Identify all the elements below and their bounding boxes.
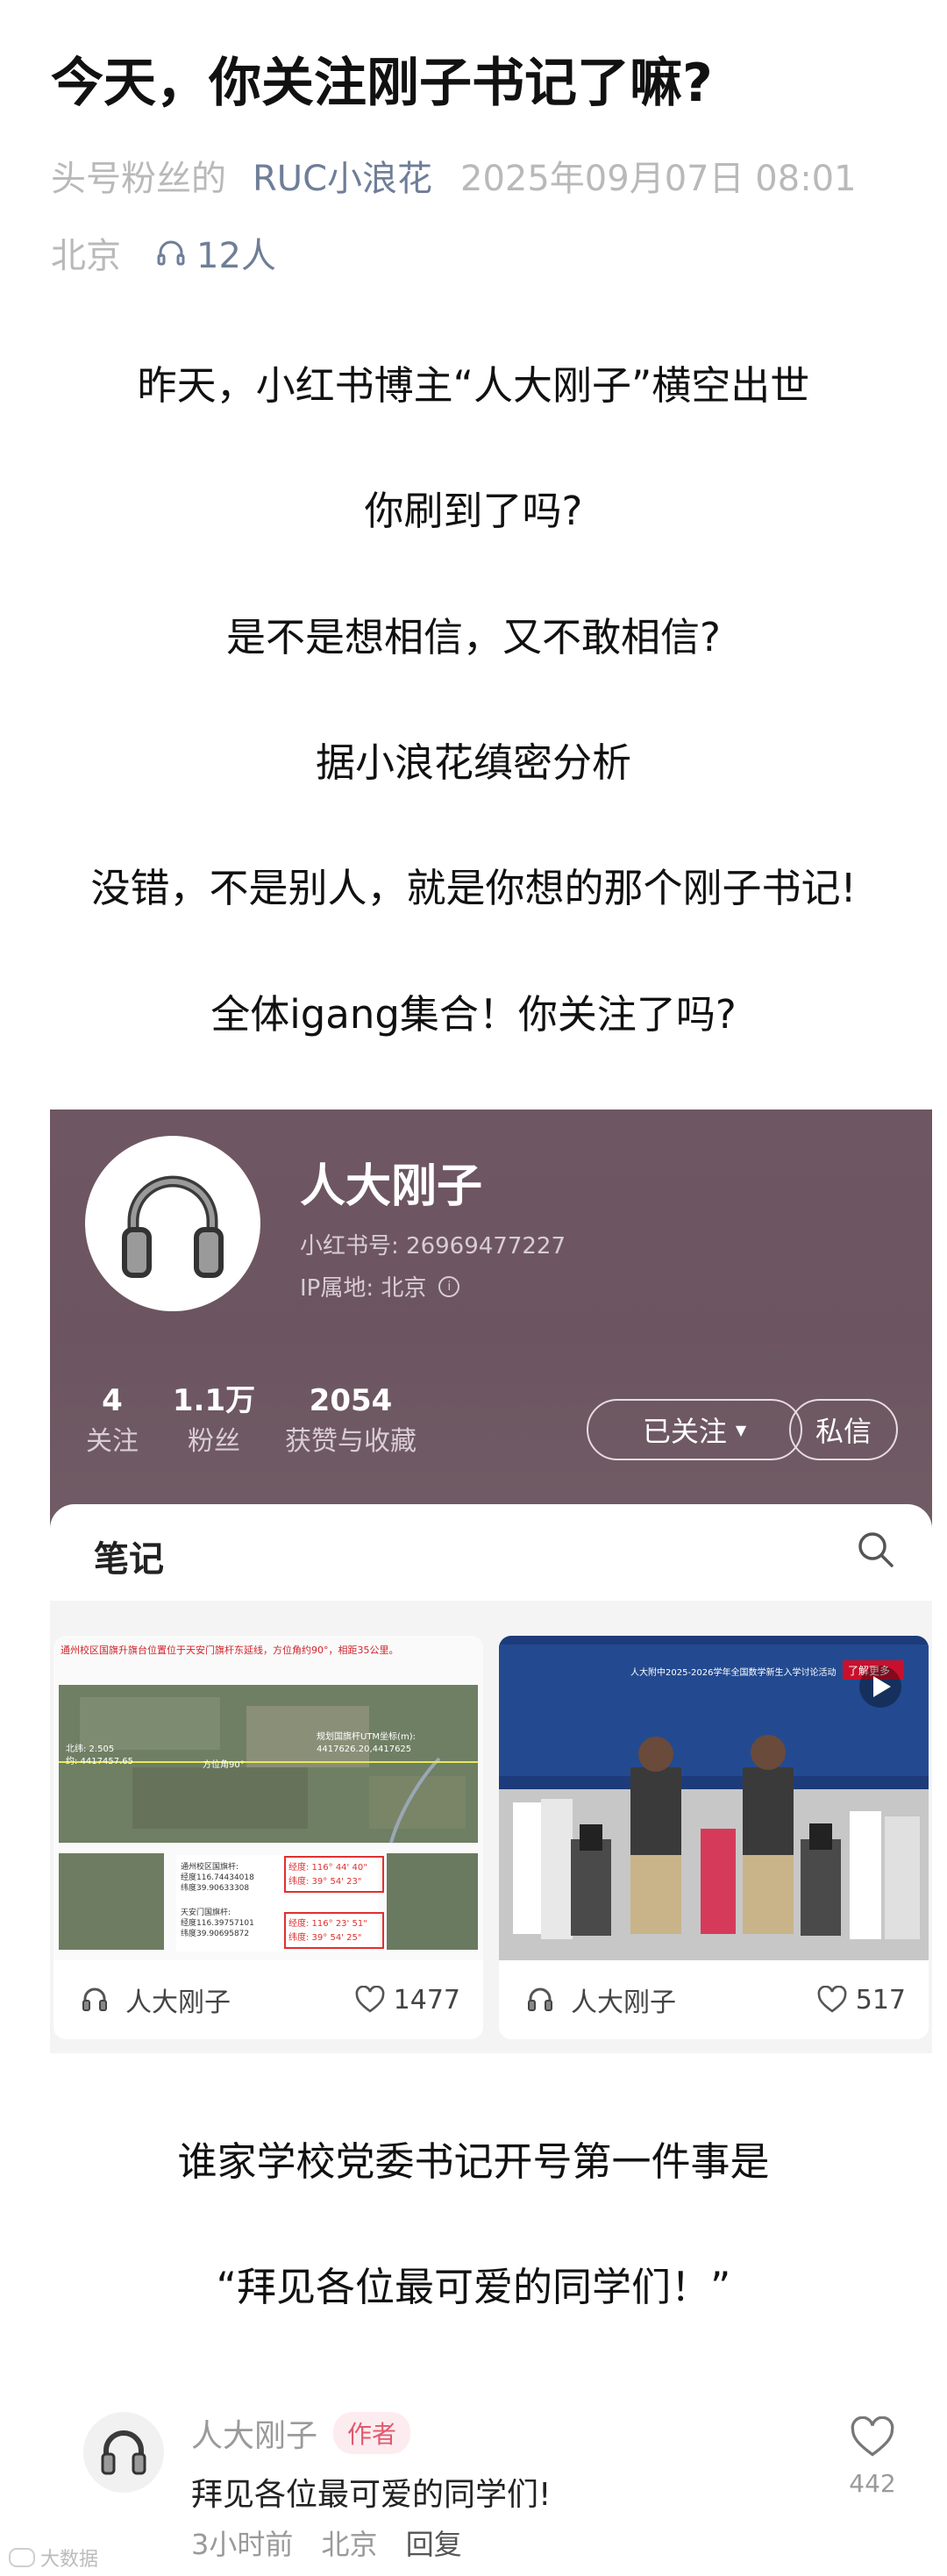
note-author[interactable]: 人大刚子 <box>125 1980 231 2019</box>
paragraph: 昨天，小红书博主“人大刚子”横空出世 <box>137 362 810 409</box>
comment-text: 拜见各位最可爱的同学们! <box>191 2477 552 2513</box>
watermark-text: 大数据 <box>40 2549 99 2571</box>
comment-location: 北京 <box>321 2528 378 2561</box>
caret-down-icon: ▼ <box>735 1421 747 1438</box>
note-map-image: 通州校区国旗升旗台位置位于天安门旗杆东延线，方位角约90°，相距35公里。 北纬… <box>53 1636 483 1960</box>
stat-label: 关注 <box>86 1426 139 1457</box>
map-label: 规划国旗杆UTM坐标(m): <box>317 1730 416 1742</box>
tab-notes[interactable]: 笔记 <box>94 1531 164 1581</box>
paragraph: 全体igang集合！你关注了吗? <box>210 991 737 1038</box>
paragraph: 谁家学校党委书记开号第一件事是 <box>177 2138 770 2185</box>
note-like-count: 1477 <box>393 1984 460 2016</box>
map-box-text: 经度116.74434018 <box>181 1872 254 1882</box>
reply-button[interactable]: 回复 <box>406 2528 462 2561</box>
article-location: 北京 <box>51 236 121 276</box>
note-like-count: 517 <box>855 1984 906 2016</box>
embedded-profile-screenshot: 人大刚子 小红书号: 26969477227 IP属地: 北京 i 4 关注 1… <box>50 1110 932 2053</box>
comment-time: 3小时前 <box>191 2528 294 2561</box>
map-box-text: 纬度39.90633308 <box>181 1882 249 1893</box>
profile-id: 小红书号: 26969477227 <box>300 1233 566 1259</box>
profile-ip: IP属地: 北京 i <box>300 1270 460 1302</box>
notes-tab-bar: 笔记 <box>50 1504 932 1601</box>
stat-following[interactable]: 4 关注 <box>71 1381 153 1464</box>
stat-label: 获赞与收藏 <box>285 1426 417 1457</box>
stat-followers[interactable]: 1.1万 粉丝 <box>166 1381 262 1464</box>
weibo-logo-icon <box>9 2548 35 2567</box>
heart-icon <box>851 2415 894 2457</box>
map-label: 4417626.20,4417625 <box>317 1745 411 1754</box>
map-headline: 通州校区国旗升旗台位置位于天安门旗杆东延线，方位角约90°，相距35公里。 <box>61 1644 399 1656</box>
message-button[interactable]: 私信 <box>789 1399 898 1460</box>
author-link[interactable]: RUC小浪花 <box>253 150 432 201</box>
comment-like-count: 442 <box>849 2469 896 2498</box>
followed-button[interactable]: 已关注 ▼ <box>587 1399 802 1460</box>
note-card[interactable]: 通州校区国旗升旗台位置位于天安门旗杆东延线，方位角约90°，相距35公里。 北纬… <box>53 1636 483 2039</box>
paragraph: 据小浪花缜密分析 <box>315 739 631 786</box>
map-coord: 经度: 116° 23' 51" <box>288 1917 367 1929</box>
listener-count: 12人 <box>196 236 276 276</box>
heart-icon <box>817 1986 847 2013</box>
map-label: 北纬: 2.505 <box>66 1743 114 1754</box>
note-like-button[interactable]: 1477 <box>355 1985 460 2016</box>
info-icon[interactable]: i <box>438 1275 460 1297</box>
heart-icon <box>355 1986 385 2013</box>
comment-author-name[interactable]: 人大刚子 <box>191 2410 317 2456</box>
profile-name: 人大刚子 <box>300 1160 483 1213</box>
comment-author: 人大刚子 作者 <box>191 2410 411 2456</box>
paragraph: 没错，不是别人，就是你想的那个刚子书记! <box>90 865 857 911</box>
map-label: 约: 4417457.65 <box>66 1755 133 1766</box>
stat-number: 1.1万 <box>172 1383 256 1418</box>
stat-number: 2054 <box>309 1383 393 1418</box>
stat-number: 4 <box>102 1383 123 1418</box>
note-card-footer: 人大刚子 517 <box>499 1960 929 2039</box>
search-icon <box>858 1532 894 1567</box>
profile-avatar[interactable] <box>85 1136 260 1311</box>
listen-button[interactable]: 12人 <box>156 227 276 278</box>
headphones-icon <box>80 1985 110 2015</box>
comment-avatar[interactable] <box>83 2412 164 2493</box>
publish-datetime: 2025年09月07日 08:01 <box>460 159 857 199</box>
paragraph: 你刷到了吗? <box>364 488 583 534</box>
article-meta-2: 北京 12人 <box>51 226 276 279</box>
map-coord: 纬度: 39° 54' 23" <box>288 1875 361 1887</box>
map-coord: 经度: 116° 44' 40" <box>288 1861 367 1873</box>
headphones-icon <box>122 1175 224 1278</box>
headphones-icon <box>525 1985 555 2015</box>
note-author[interactable]: 人大刚子 <box>571 1980 676 2019</box>
author-badge: 作者 <box>333 2412 411 2454</box>
headphones-icon <box>157 240 185 266</box>
map-label: 方位角90° <box>203 1759 245 1770</box>
map-box-text: 天安门国旗杆: <box>181 1907 231 1917</box>
comment-meta: 3小时前 北京 回复 <box>191 2522 481 2563</box>
search-button[interactable] <box>855 1529 897 1574</box>
profile-header: 人大刚子 小红书号: 26969477227 IP属地: 北京 i 4 关注 1… <box>50 1110 932 1531</box>
comment-like-button[interactable]: 442 <box>842 2415 903 2498</box>
note-card[interactable]: 人大附中2025-2026学年全国数学新生入学讨论活动 了解更多 <box>499 1636 929 2039</box>
note-card-footer: 人大刚子 1477 <box>53 1960 483 2039</box>
note-like-button[interactable]: 517 <box>817 1985 906 2016</box>
map-box-text: 经度116.39757101 <box>181 1917 254 1928</box>
stat-likes-collects[interactable]: 2054 获赞与收藏 <box>278 1381 424 1464</box>
map-coord: 纬度: 39° 54' 25" <box>288 1931 361 1943</box>
paragraph: “拜见各位最可爱的同学们！” <box>216 2264 731 2310</box>
watermark: 大数据 <box>9 2544 98 2572</box>
stat-label: 粉丝 <box>188 1426 240 1457</box>
note-photo-image: 人大附中2025-2026学年全国数学新生入学讨论活动 了解更多 <box>499 1636 929 1960</box>
headphones-icon <box>101 2430 146 2475</box>
article-source: 头号粉丝的 <box>51 159 226 199</box>
board-text: 人大附中2025-2026学年全国数学新生入学讨论活动 <box>630 1666 837 1678</box>
profile-ip-text: IP属地: 北京 <box>300 1275 427 1302</box>
paragraph: 是不是想相信，又不敢相信? <box>226 614 721 660</box>
article-title: 今天，你关注刚子书记了嘛? <box>51 53 713 114</box>
map-box-text: 纬度39.90695872 <box>181 1928 249 1938</box>
map-box-text: 通州校区国旗杆: <box>181 1861 239 1872</box>
followed-label: 已关注 <box>642 1415 727 1448</box>
article-meta: 头号粉丝的 RUC小浪花 2025年09月07日 08:01 <box>51 149 857 202</box>
